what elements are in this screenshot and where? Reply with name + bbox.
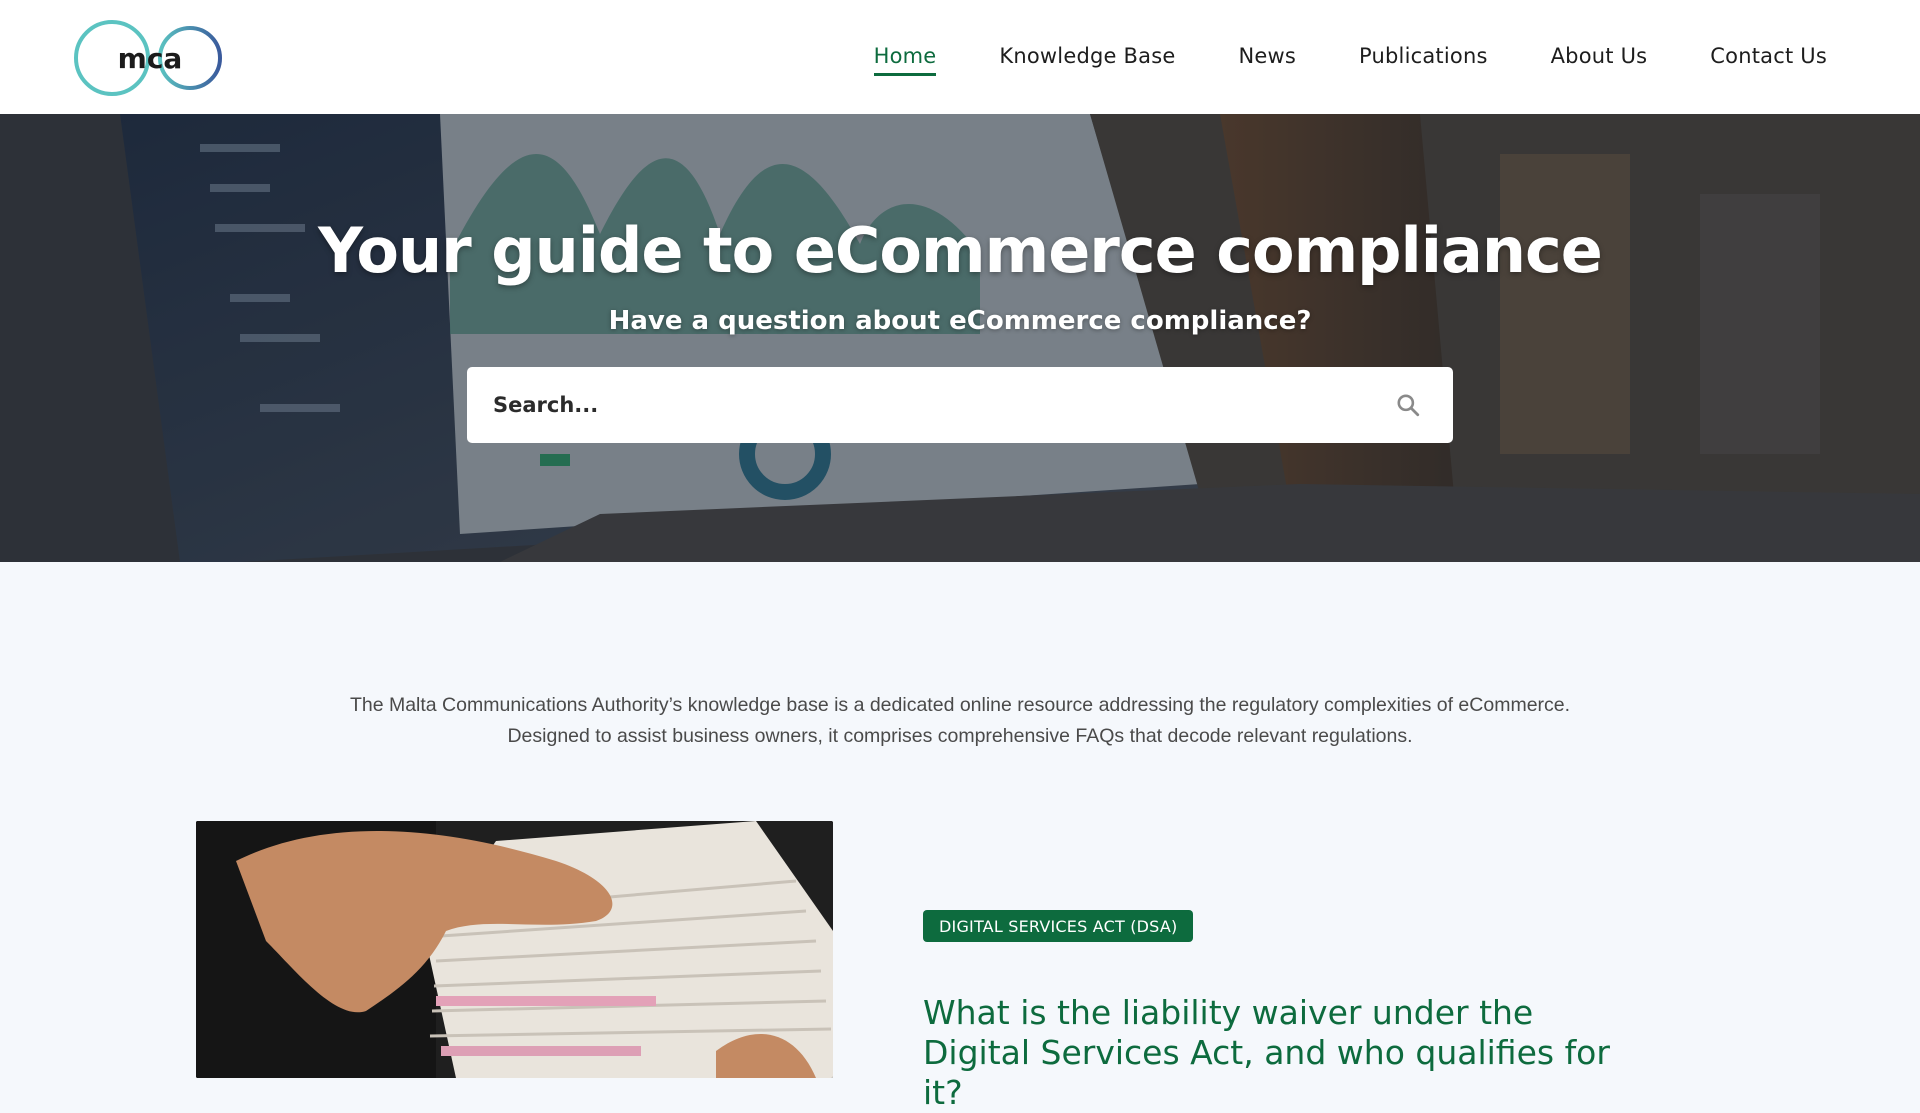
nav-home[interactable]: Home	[873, 38, 937, 76]
hero-title: Your guide to eCommerce compliance	[318, 214, 1603, 287]
intro-line-1: The Malta Communications Authority’s kno…	[349, 694, 1571, 716]
mca-logo[interactable]: mca	[72, 18, 224, 98]
hero-overlay	[0, 114, 1920, 562]
category-tag[interactable]: DIGITAL SERVICES ACT (DSA)	[923, 910, 1194, 942]
main-nav: Home Knowledge Base News Publications Ab…	[811, 0, 1827, 114]
nav-contact-us[interactable]: Contact Us	[1710, 38, 1827, 76]
article-image[interactable]	[196, 821, 833, 1078]
nav-publications[interactable]: Publications	[1359, 38, 1488, 76]
intro-text: The Malta Communications Authority’s kno…	[0, 690, 1920, 752]
stacked-papers-image	[196, 821, 833, 1078]
search-bar	[467, 367, 1453, 443]
mca-logo-icon: mca	[74, 20, 222, 96]
hero-subtitle: Have a question about eCommerce complian…	[608, 306, 1312, 336]
nav-knowledge-base[interactable]: Knowledge Base	[999, 38, 1175, 76]
nav-news[interactable]: News	[1238, 38, 1296, 76]
intro-line-2: Designed to assist business owners, it c…	[507, 725, 1413, 747]
hero-section: Your guide to eCommerce compliance Have …	[0, 114, 1920, 562]
site-header: mca Home Knowledge Base News Publication…	[0, 0, 1920, 114]
logo-text: mca	[118, 42, 183, 75]
nav-about-us[interactable]: About Us	[1551, 38, 1648, 76]
search-icon[interactable]	[1395, 392, 1421, 418]
article-title[interactable]: What is the liability waiver under the D…	[923, 993, 1623, 1113]
search-input[interactable]	[467, 367, 1395, 443]
